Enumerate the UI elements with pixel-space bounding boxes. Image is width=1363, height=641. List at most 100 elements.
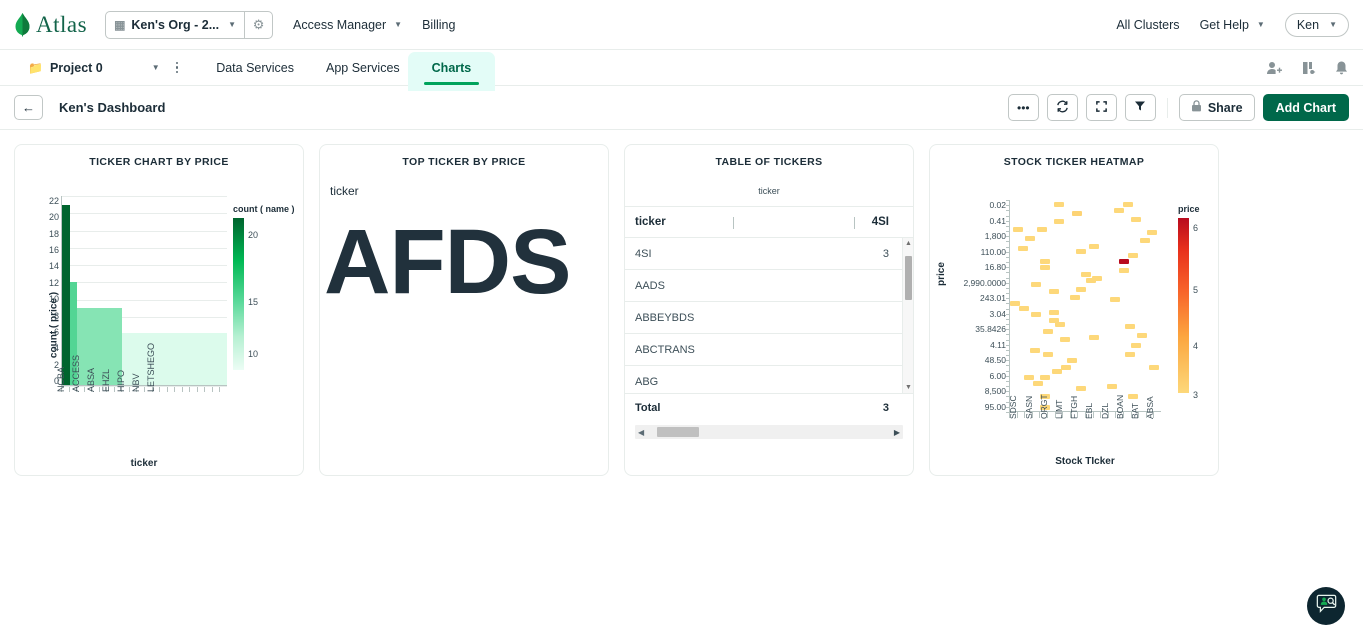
heatmap-cell[interactable] xyxy=(1136,332,1147,338)
heatmap-cell[interactable] xyxy=(1091,275,1102,281)
bar-chart-bar[interactable] xyxy=(212,333,220,385)
nav-billing[interactable]: Billing xyxy=(422,18,455,32)
column-resize-handle[interactable] xyxy=(733,217,734,229)
chevron-down-icon[interactable]: ▼ xyxy=(152,63,160,72)
heatmap-cell[interactable] xyxy=(1127,394,1138,400)
user-menu-button[interactable]: Ken ▼ xyxy=(1284,12,1349,37)
support-chat-button[interactable] xyxy=(1307,587,1345,625)
heatmap-cell[interactable] xyxy=(1053,202,1064,208)
table-row[interactable]: ABCTRANS xyxy=(625,334,913,366)
bar-chart-bar[interactable] xyxy=(167,333,175,385)
heatmap-cell[interactable] xyxy=(1118,259,1129,265)
invite-user-icon[interactable] xyxy=(1266,60,1282,76)
bar-chart-bar[interactable] xyxy=(189,333,197,385)
heatmap-cell[interactable] xyxy=(1118,267,1129,273)
bar-chart-bar[interactable] xyxy=(204,333,212,385)
access-manager-icon[interactable] xyxy=(1300,60,1316,76)
tab-charts[interactable]: Charts xyxy=(407,50,495,91)
refresh-button[interactable] xyxy=(1046,94,1078,121)
heatmap-cell[interactable] xyxy=(1049,288,1060,294)
scroll-down-arrow-icon[interactable]: ▼ xyxy=(905,384,912,391)
table-horizontal-scrollbar[interactable]: ◀ ▶ xyxy=(635,425,903,439)
heatmap-cell[interactable] xyxy=(1043,328,1054,334)
heatmap-cell[interactable] xyxy=(1070,294,1081,300)
chart-card-top-ticker-by-price[interactable]: TOP TICKER BY PRICE ticker AFDS xyxy=(319,144,609,476)
heatmap-cell[interactable] xyxy=(1019,305,1030,311)
heatmap-cell[interactable] xyxy=(1049,309,1060,315)
heatmap-cell[interactable] xyxy=(1031,311,1042,317)
heatmap-cell[interactable] xyxy=(1061,364,1072,370)
scrollbar-thumb[interactable] xyxy=(905,256,912,300)
heatmap-cell[interactable] xyxy=(1127,252,1138,258)
atlas-logo[interactable]: Atlas xyxy=(14,12,87,38)
heatmap-cell[interactable] xyxy=(1114,208,1125,214)
org-picker-button[interactable]: ▦ Ken's Org - 2... ▼ xyxy=(106,12,244,38)
nav-all-clusters[interactable]: All Clusters xyxy=(1116,18,1179,32)
bar-chart-bar[interactable] xyxy=(174,333,182,385)
heatmap-cell[interactable] xyxy=(1123,202,1134,208)
fullscreen-button[interactable] xyxy=(1085,94,1117,121)
heatmap-cell[interactable] xyxy=(1055,322,1066,328)
heatmap-cell[interactable] xyxy=(1040,259,1051,265)
column-resize-handle[interactable] xyxy=(854,217,855,229)
heatmap-cell[interactable] xyxy=(1031,282,1042,288)
table-column-header-value[interactable]: 4SI xyxy=(833,216,903,228)
heatmap-cell[interactable] xyxy=(1076,385,1087,391)
heatmap-cell[interactable] xyxy=(1088,244,1099,250)
heatmap-cell[interactable] xyxy=(1147,229,1158,235)
notification-bell-icon[interactable] xyxy=(1334,60,1349,76)
heatmap-cell[interactable] xyxy=(1013,227,1024,233)
heatmap-cell[interactable] xyxy=(1029,347,1040,353)
heatmap-cell[interactable] xyxy=(1148,364,1159,370)
table-column-header-ticker[interactable]: ticker xyxy=(635,216,833,228)
bar-chart-bar[interactable] xyxy=(219,333,227,385)
heatmap-cell[interactable] xyxy=(1052,368,1063,374)
heatmap-cell[interactable] xyxy=(1037,227,1048,233)
heatmap-cell[interactable] xyxy=(1043,351,1054,357)
heatmap-cell[interactable] xyxy=(1076,286,1087,292)
chart-card-table-of-tickers[interactable]: TABLE OF TICKERS ticker ticker 4SI 4SI 3 A… xyxy=(624,144,914,476)
table-row[interactable]: 4SI 3 xyxy=(625,238,913,270)
bar-chart-bar[interactable] xyxy=(197,333,205,385)
heatmap-cell[interactable] xyxy=(1071,210,1082,216)
heatmap-cell[interactable] xyxy=(1023,375,1034,381)
table-row[interactable]: AADS xyxy=(625,270,913,302)
heatmap-cell[interactable] xyxy=(1025,235,1036,241)
back-button[interactable]: ← xyxy=(14,95,43,120)
scroll-left-arrow-icon[interactable]: ◀ xyxy=(638,428,644,437)
scroll-right-arrow-icon[interactable]: ▶ xyxy=(894,428,900,437)
filter-button[interactable] xyxy=(1124,94,1156,121)
heatmap-cell[interactable] xyxy=(1088,335,1099,341)
project-selector[interactable]: 📁 Project 0 ▼ xyxy=(14,50,160,85)
table-row[interactable]: ABBEYBDS xyxy=(625,302,913,334)
heatmap-cell[interactable] xyxy=(1124,324,1135,330)
heatmap-cell[interactable] xyxy=(1130,343,1141,349)
heatmap-cell[interactable] xyxy=(1040,375,1051,381)
heatmap-cell[interactable] xyxy=(1059,337,1070,343)
tab-data-services[interactable]: Data Services xyxy=(200,50,310,85)
project-kebab-menu-icon[interactable] xyxy=(175,50,179,85)
scrollbar-thumb[interactable] xyxy=(657,427,699,437)
chart-card-ticker-chart-by-price[interactable]: TICKER CHART BY PRICE count ( price ) 22… xyxy=(14,144,304,476)
heatmap-cell[interactable] xyxy=(1139,237,1150,243)
heatmap-cell[interactable] xyxy=(1040,265,1051,271)
heatmap-cell[interactable] xyxy=(1106,383,1117,389)
heatmap-cell[interactable] xyxy=(1124,351,1135,357)
heatmap-cell[interactable] xyxy=(1130,216,1141,222)
heatmap-cell[interactable] xyxy=(1076,248,1087,254)
chart-card-stock-ticker-heatmap[interactable]: STOCK TICKER HEATMAP price 0.02 0.41 1,800… xyxy=(929,144,1219,476)
heatmap-cell[interactable] xyxy=(1080,271,1091,277)
bar-chart-bar[interactable] xyxy=(159,333,167,385)
more-options-button[interactable]: ••• xyxy=(1007,94,1039,121)
heatmap-cell[interactable] xyxy=(1053,218,1064,224)
heatmap-cell[interactable] xyxy=(1017,246,1028,252)
share-button[interactable]: Share xyxy=(1178,94,1255,121)
add-chart-button[interactable]: Add Chart xyxy=(1262,94,1349,121)
heatmap-cell[interactable] xyxy=(1109,297,1120,303)
heatmap-cell[interactable] xyxy=(1032,381,1043,387)
table-vertical-scrollbar[interactable]: ▲ ▼ xyxy=(902,238,913,393)
table-row[interactable]: ABG xyxy=(625,366,913,393)
org-picker[interactable]: ▦ Ken's Org - 2... ▼ ⚙ xyxy=(105,10,274,39)
heatmap-cell[interactable] xyxy=(1067,358,1078,364)
org-settings-gear-icon[interactable]: ⚙ xyxy=(244,11,272,38)
